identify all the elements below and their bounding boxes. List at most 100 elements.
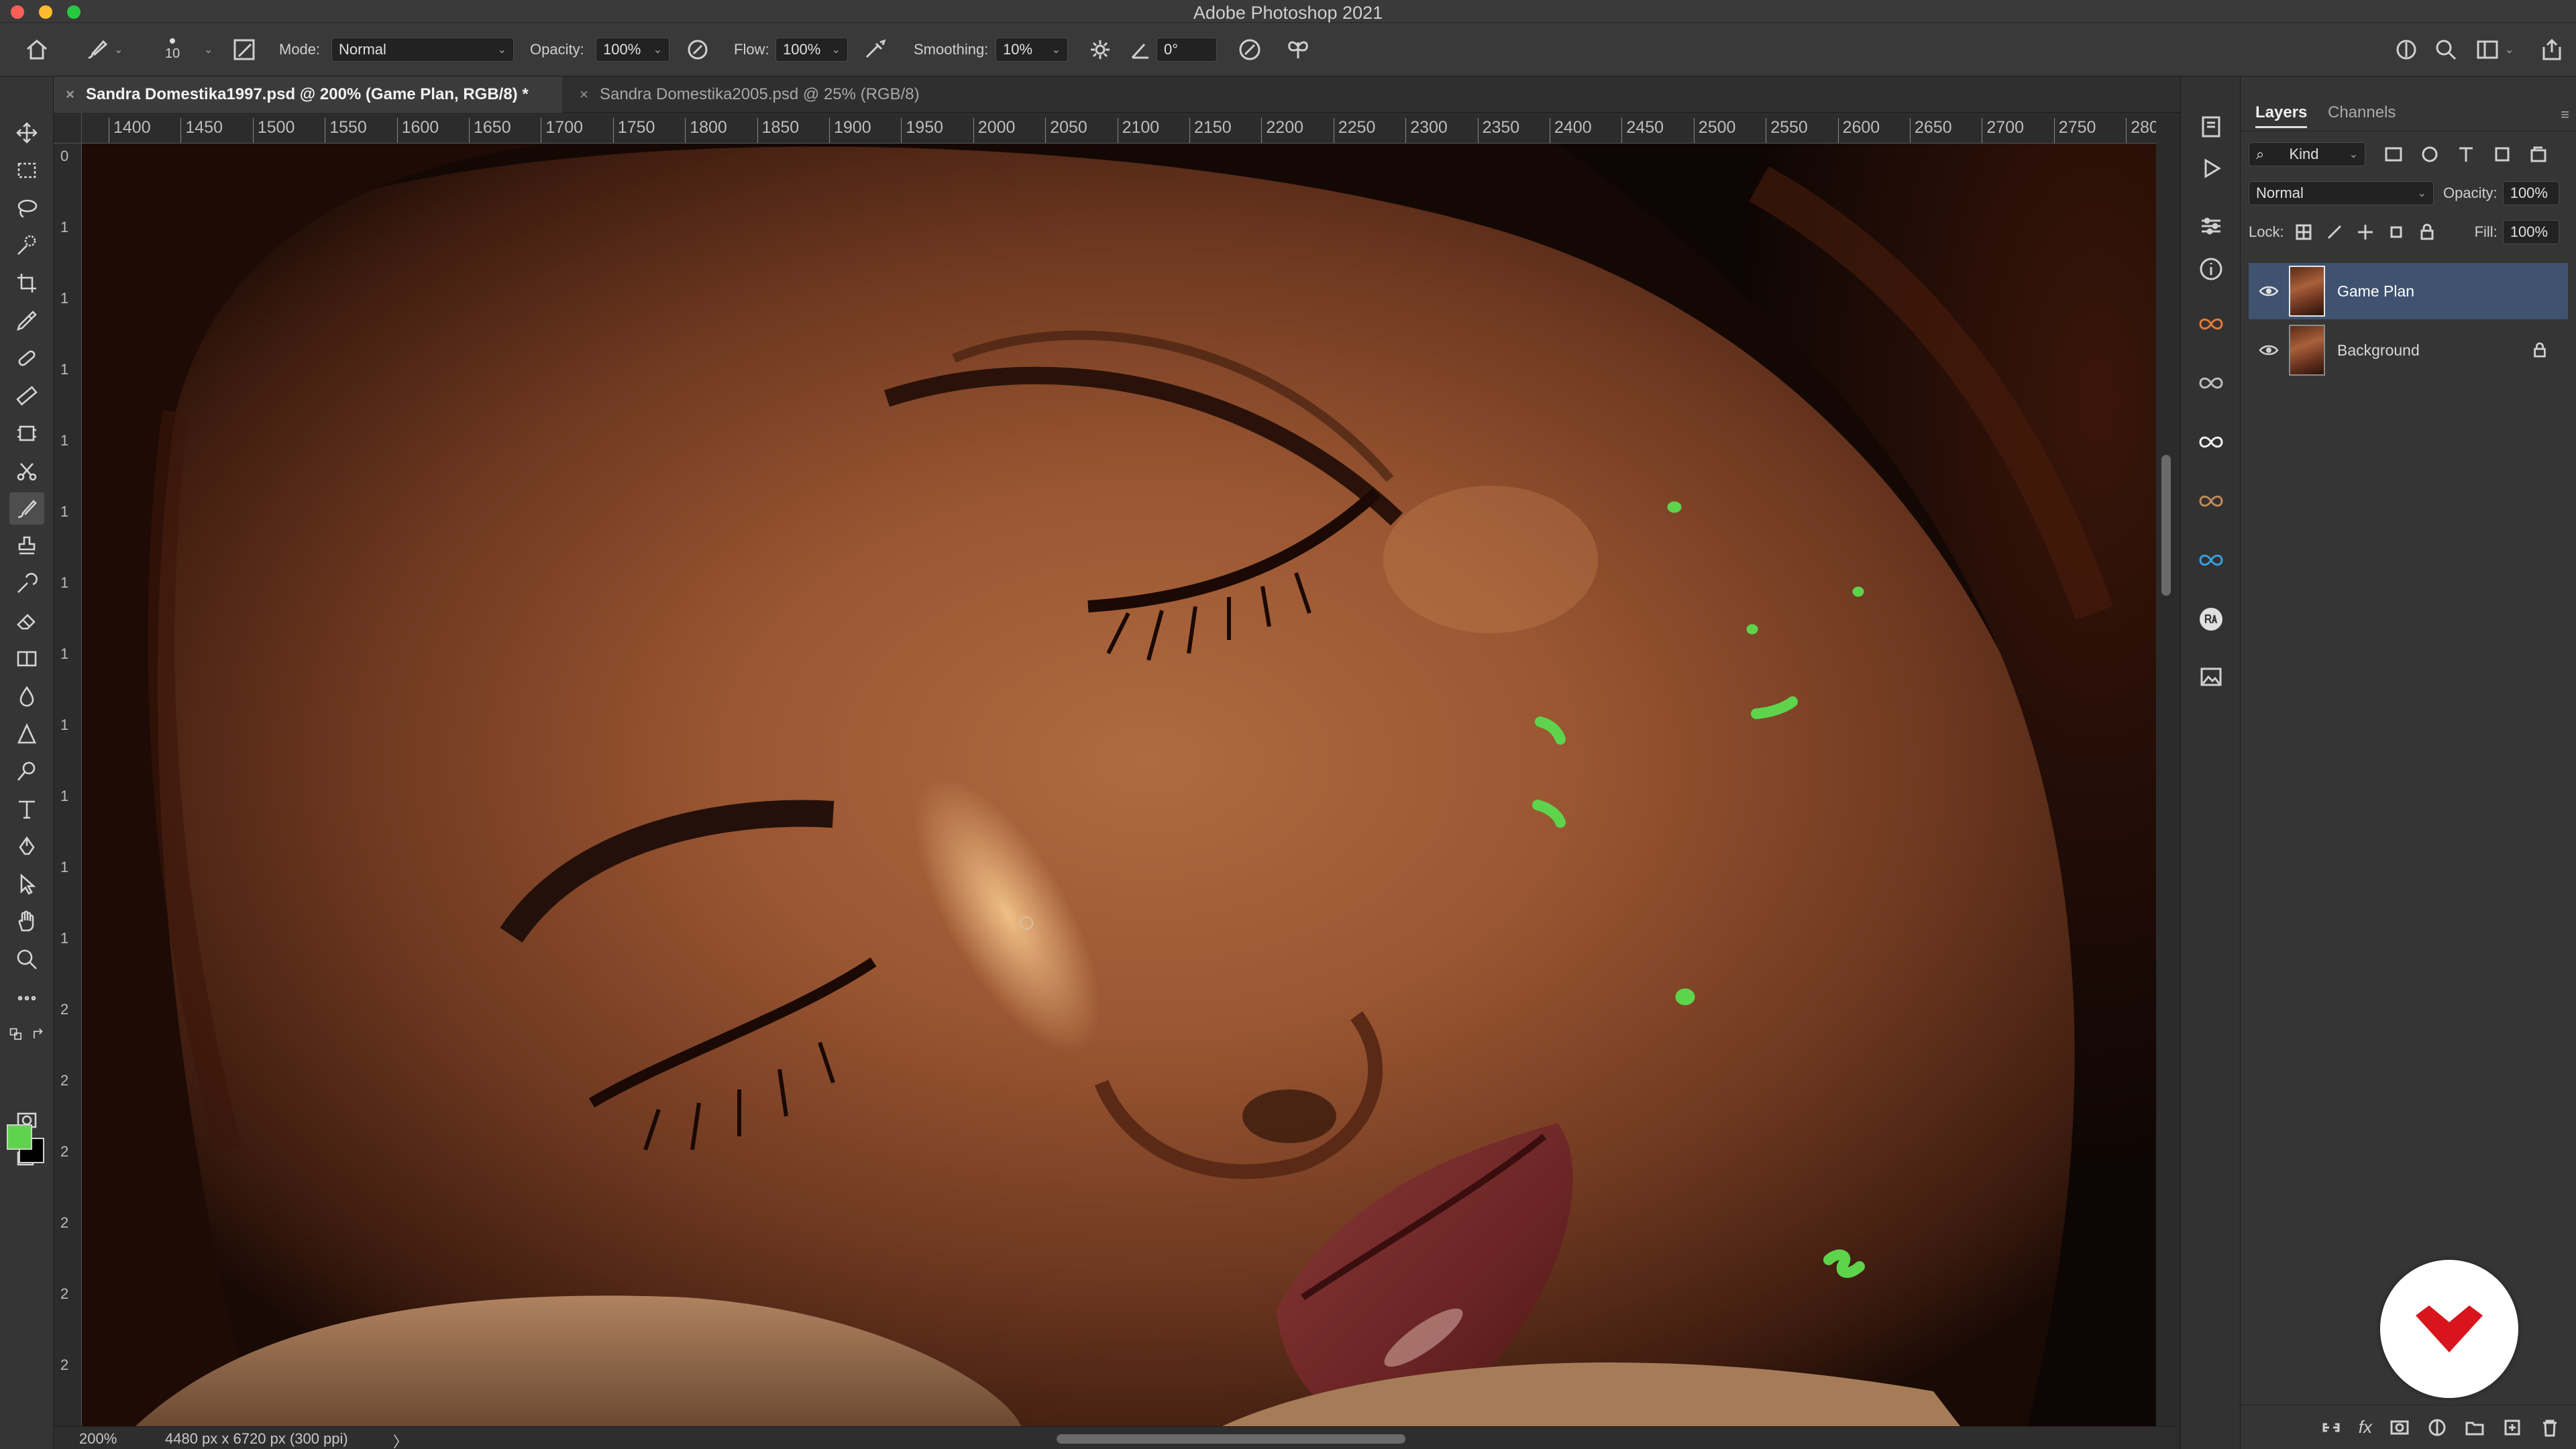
smoothing-options-button[interactable] <box>1088 23 1112 76</box>
filter-type-icon[interactable] <box>2457 145 2475 164</box>
default-colors-button[interactable] <box>4 1022 28 1046</box>
fx-icon[interactable]: fx <box>2359 1417 2372 1438</box>
foreground-color-swatch[interactable] <box>7 1124 32 1150</box>
filter-shape-icon[interactable] <box>2493 145 2512 164</box>
horizontal-ruler[interactable]: 1400 1450 1500 1550 1600 1650 1700 1750 1800 1850… <box>82 113 2156 144</box>
add-mask-icon[interactable] <box>2390 1417 2410 1438</box>
vertical-scrollbar[interactable] <box>2156 113 2176 1426</box>
vertical-scroll-thumb[interactable] <box>2161 455 2171 596</box>
layer-filter-select[interactable]: ⌕ Kind ⌄ <box>2249 142 2365 166</box>
close-tab-icon[interactable]: × <box>580 86 588 103</box>
scissors-tool[interactable] <box>9 455 44 487</box>
home-button[interactable] <box>24 23 50 76</box>
layer-row-game-plan[interactable]: Game Plan <box>2249 263 2568 319</box>
plugin-orange-button[interactable] <box>2194 307 2228 341</box>
dodge-tool[interactable] <box>9 755 44 788</box>
filter-adjustment-icon[interactable] <box>2420 145 2439 164</box>
new-layer-icon[interactable] <box>2502 1417 2522 1438</box>
sharpen-tool[interactable] <box>9 718 44 750</box>
ruler-origin[interactable] <box>54 113 82 144</box>
adjustment-layer-icon[interactable] <box>2427 1417 2447 1438</box>
lock-pixels-icon[interactable] <box>2326 223 2343 241</box>
lasso-tool[interactable] <box>9 192 44 224</box>
zoom-level[interactable]: 200% <box>79 1430 117 1448</box>
plugin-tan-button[interactable] <box>2194 484 2228 518</box>
share-button[interactable] <box>2540 23 2564 76</box>
new-group-icon[interactable] <box>2465 1417 2485 1438</box>
mode-select[interactable]: Normal ⌄ <box>331 38 514 62</box>
brush-tool[interactable] <box>9 492 44 525</box>
link-layers-icon[interactable] <box>2321 1417 2341 1438</box>
lock-position-icon[interactable] <box>2357 223 2374 241</box>
quick-select-tool[interactable] <box>9 229 44 262</box>
learn-button[interactable] <box>2394 23 2419 76</box>
brush-size-dropdown[interactable]: ⌄ <box>199 23 213 76</box>
smoothing-field[interactable]: 10% ⌄ <box>996 38 1068 62</box>
tool-preset-picker[interactable]: ⌄ <box>85 23 123 76</box>
status-menu-chevron[interactable]: 〉 <box>393 1430 408 1449</box>
tab-layers[interactable]: Layers <box>2255 103 2308 128</box>
brush-settings-toggle[interactable] <box>232 23 256 76</box>
eyedropper-tool[interactable] <box>9 305 44 337</box>
history-panel-button[interactable] <box>2194 110 2228 144</box>
flow-field[interactable]: 100% ⌄ <box>775 38 848 62</box>
crop-tool[interactable] <box>9 267 44 299</box>
plugin-blue-button[interactable] <box>2194 543 2228 577</box>
pressure-opacity-toggle[interactable] <box>686 23 710 76</box>
fill-field[interactable]: 100% <box>2502 220 2559 244</box>
close-tab-icon[interactable]: × <box>66 86 74 103</box>
zoom-tool[interactable] <box>9 943 44 975</box>
blend-mode-select[interactable]: Normal ⌄ <box>2249 181 2434 205</box>
swap-colors-button[interactable] <box>27 1022 51 1046</box>
visibility-eye-icon[interactable] <box>2249 343 2289 357</box>
history-brush-tool[interactable] <box>9 568 44 600</box>
search-button[interactable] <box>2434 23 2458 76</box>
ruler-tick-label: 1 <box>60 219 69 235</box>
actions-panel-button[interactable] <box>2194 152 2228 185</box>
blur-tool[interactable] <box>9 680 44 712</box>
horizontal-scroll-thumb[interactable] <box>1057 1434 1405 1444</box>
content-aware-tool[interactable] <box>9 417 44 449</box>
patch-tool[interactable] <box>9 380 44 412</box>
lock-all-icon[interactable] <box>2418 223 2436 241</box>
tab-document-1[interactable]: × Sandra Domestika1997.psd @ 200% (Game … <box>54 76 562 113</box>
angle-field[interactable]: 0° <box>1157 38 1217 62</box>
plugin-white-button[interactable] <box>2194 425 2228 459</box>
image-panel-button[interactable] <box>2194 660 2228 694</box>
tab-document-2[interactable]: × Sandra Domestika2005.psd @ 25% (RGB/8) <box>568 76 1037 113</box>
marquee-tool[interactable] <box>9 154 44 186</box>
healing-tool[interactable] <box>9 342 44 374</box>
gradient-tool[interactable] <box>9 643 44 675</box>
plugin-gray-button[interactable] <box>2194 366 2228 400</box>
visibility-eye-icon[interactable] <box>2249 284 2289 298</box>
type-tool[interactable] <box>9 793 44 825</box>
layer-lock-icon[interactable] <box>2532 342 2548 358</box>
lock-transparent-icon[interactable] <box>2295 223 2312 241</box>
tab-channels[interactable]: Channels <box>2328 103 2396 122</box>
filter-pixel-icon[interactable] <box>2384 145 2403 164</box>
panel-menu-icon[interactable]: ≡ <box>2561 106 2569 123</box>
info-panel-button[interactable] <box>2194 252 2228 286</box>
symmetry-button[interactable] <box>1285 23 1311 76</box>
opacity-field[interactable]: 100% ⌄ <box>596 38 669 62</box>
pen-tool[interactable] <box>9 830 44 863</box>
vertical-ruler[interactable]: 0111111111112222222 <box>54 144 82 1426</box>
retouch-academy-button[interactable] <box>2194 602 2228 636</box>
layer-opacity-field[interactable]: 100% <box>2502 181 2559 205</box>
path-select-tool[interactable] <box>9 868 44 900</box>
filter-smart-object-icon[interactable] <box>2529 145 2548 164</box>
eraser-tool[interactable] <box>9 605 44 637</box>
layer-row-background[interactable]: Background <box>2249 322 2568 378</box>
lock-artboard-icon[interactable] <box>2387 223 2405 241</box>
delete-layer-icon[interactable] <box>2540 1417 2560 1438</box>
clone-stamp-tool[interactable] <box>9 530 44 562</box>
brush-size-picker[interactable]: 10 <box>165 23 180 76</box>
airbrush-toggle[interactable] <box>863 23 888 76</box>
more-tools[interactable] <box>9 982 44 1014</box>
adjustments-panel-button[interactable] <box>2194 209 2228 243</box>
move-tool[interactable] <box>9 117 44 149</box>
hand-tool[interactable] <box>9 906 44 938</box>
pressure-size-toggle[interactable] <box>1237 23 1263 76</box>
workspace-switcher[interactable]: ⌄ <box>2475 23 2514 76</box>
document-canvas[interactable] <box>82 144 2156 1426</box>
